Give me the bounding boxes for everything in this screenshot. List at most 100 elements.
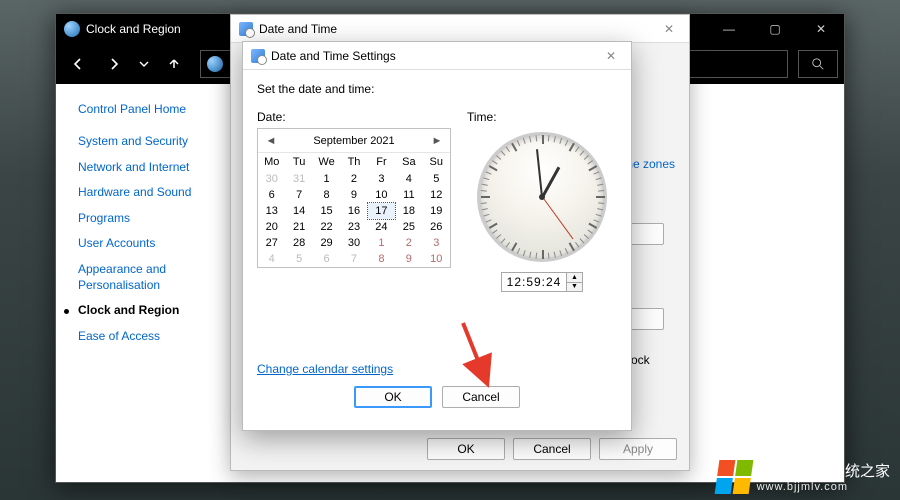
sidebar-item-clock-and-region[interactable]: Clock and Region (78, 303, 228, 319)
watermark-brand: Windows (757, 463, 827, 480)
sidebar-item-appearance-and-personalisation[interactable]: Appearance and Personalisation (78, 262, 228, 293)
calendar-day[interactable]: 4 (258, 251, 285, 267)
calendar-day[interactable]: 9 (395, 251, 422, 267)
time-spin-down-button[interactable]: ▼ (567, 283, 582, 292)
date-time-settings-dialog: Date and Time Settings ✕ Set the date an… (242, 41, 632, 431)
calendar-day[interactable]: 4 (395, 171, 422, 187)
calendar-day[interactable]: 15 (313, 203, 340, 219)
control-panel-home-link[interactable]: Control Panel Home (78, 102, 228, 116)
time-input[interactable] (502, 273, 566, 291)
calendar-day[interactable]: 2 (395, 235, 422, 251)
arrow-left-icon (70, 56, 86, 72)
calendar-prev-button[interactable]: ◄ (264, 135, 278, 147)
calendar-day[interactable]: 25 (395, 219, 422, 235)
watermark-zh: 系统之家 (830, 463, 890, 480)
sidebar-item-hardware-and-sound[interactable]: Hardware and Sound (78, 185, 228, 201)
watermark-url: www.bjjmlv.com (757, 481, 890, 494)
annotation-arrow (455, 319, 495, 392)
calendar-day[interactable]: 10 (423, 251, 450, 267)
date-label: Date: (257, 110, 451, 124)
sidebar-item-network-and-internet[interactable]: Network and Internet (78, 160, 228, 176)
calendar-day[interactable]: 21 (285, 219, 312, 235)
calendar-dow: Th (340, 153, 367, 171)
calendar-day[interactable]: 30 (340, 235, 367, 251)
time-label: Time: (467, 110, 497, 124)
calendar-day[interactable]: 6 (258, 187, 285, 203)
close-button[interactable]: ✕ (798, 14, 844, 44)
dlg2-titlebar: Date and Time Settings ✕ (243, 42, 631, 70)
dlg1-apply-button[interactable]: Apply (599, 438, 677, 460)
calendar-day[interactable]: 27 (258, 235, 285, 251)
nav-forward-button[interactable] (98, 48, 130, 80)
dlg2-ok-button[interactable]: OK (354, 386, 432, 408)
calendar-day[interactable]: 12 (423, 187, 450, 203)
windows-logo-icon (714, 460, 753, 494)
sidebar-item-programs[interactable]: Programs (78, 211, 228, 227)
calendar-day[interactable]: 16 (340, 203, 367, 219)
calendar-day[interactable]: 24 (368, 219, 395, 235)
calendar-day[interactable]: 8 (368, 251, 395, 267)
calendar-day[interactable]: 26 (423, 219, 450, 235)
date-time-settings-icon (251, 49, 265, 63)
dlg1-titlebar: Date and Time ✕ (231, 15, 689, 43)
calendar-day[interactable]: 22 (313, 219, 340, 235)
change-calendar-settings-link[interactable]: Change calendar settings (257, 362, 393, 376)
analog-clock (477, 132, 607, 262)
calendar-day[interactable]: 3 (423, 235, 450, 251)
calendar-day[interactable]: 7 (340, 251, 367, 267)
calendar-day[interactable]: 5 (285, 251, 312, 267)
calendar-day[interactable]: 28 (285, 235, 312, 251)
calendar-day[interactable]: 23 (340, 219, 367, 235)
dlg1-title: Date and Time (259, 22, 649, 36)
calendar-day[interactable]: 20 (258, 219, 285, 235)
sidebar: Control Panel Home System and Security Ne… (56, 84, 236, 482)
nav-back-button[interactable] (62, 48, 94, 80)
nav-up-button[interactable] (158, 48, 190, 80)
maximize-button[interactable]: ▢ (752, 14, 798, 44)
calendar-day[interactable]: 8 (313, 187, 340, 203)
calendar-day[interactable]: 7 (285, 187, 312, 203)
calendar-day[interactable]: 3 (368, 171, 395, 187)
time-spinner: ▲ ▼ (501, 272, 583, 292)
calendar-day[interactable]: 31 (285, 171, 312, 187)
dlg1-close-button[interactable]: ✕ (649, 15, 689, 43)
sidebar-item-system-and-security[interactable]: System and Security (78, 134, 228, 150)
calendar-day[interactable]: 17 (368, 203, 395, 219)
dlg2-close-button[interactable]: ✕ (591, 42, 631, 70)
partial-button-2[interactable] (630, 308, 664, 330)
calendar-day[interactable]: 9 (340, 187, 367, 203)
calendar-day[interactable]: 29 (313, 235, 340, 251)
calendar-day[interactable]: 1 (368, 235, 395, 251)
partial-button-1[interactable] (630, 223, 664, 245)
dlg1-cancel-button[interactable]: Cancel (513, 438, 591, 460)
search-box[interactable] (798, 50, 838, 78)
dlg1-ok-button[interactable]: OK (427, 438, 505, 460)
calendar-month[interactable]: September 2021 (313, 135, 394, 147)
minimize-button[interactable]: — (706, 14, 752, 44)
calendar-day[interactable]: 11 (395, 187, 422, 203)
calendar-day[interactable]: 2 (340, 171, 367, 187)
calendar-day[interactable]: 10 (368, 187, 395, 203)
calendar-day[interactable]: 13 (258, 203, 285, 219)
control-panel-icon (64, 21, 80, 37)
calendar-day[interactable]: 1 (313, 171, 340, 187)
calendar-dow: Fr (368, 153, 395, 171)
calendar-day[interactable]: 19 (423, 203, 450, 219)
calendar-next-button[interactable]: ► (430, 135, 444, 147)
sidebar-item-user-accounts[interactable]: User Accounts (78, 236, 228, 252)
calendar-day[interactable]: 14 (285, 203, 312, 219)
calendar-dow: Mo (258, 153, 285, 171)
sidebar-item-ease-of-access[interactable]: Ease of Access (78, 329, 228, 345)
calendar-dow: Su (423, 153, 450, 171)
time-spin-up-button[interactable]: ▲ (567, 273, 582, 283)
calendar-day[interactable]: 30 (258, 171, 285, 187)
calendar-day[interactable]: 6 (313, 251, 340, 267)
instruction-text: Set the date and time: (257, 82, 617, 96)
nav-history-button[interactable] (134, 48, 154, 80)
arrow-up-icon (166, 56, 182, 72)
calendar-day[interactable]: 5 (423, 171, 450, 187)
calendar-day[interactable]: 18 (395, 203, 422, 219)
address-icon (207, 56, 223, 72)
search-icon (811, 57, 825, 71)
arrow-right-icon (106, 56, 122, 72)
